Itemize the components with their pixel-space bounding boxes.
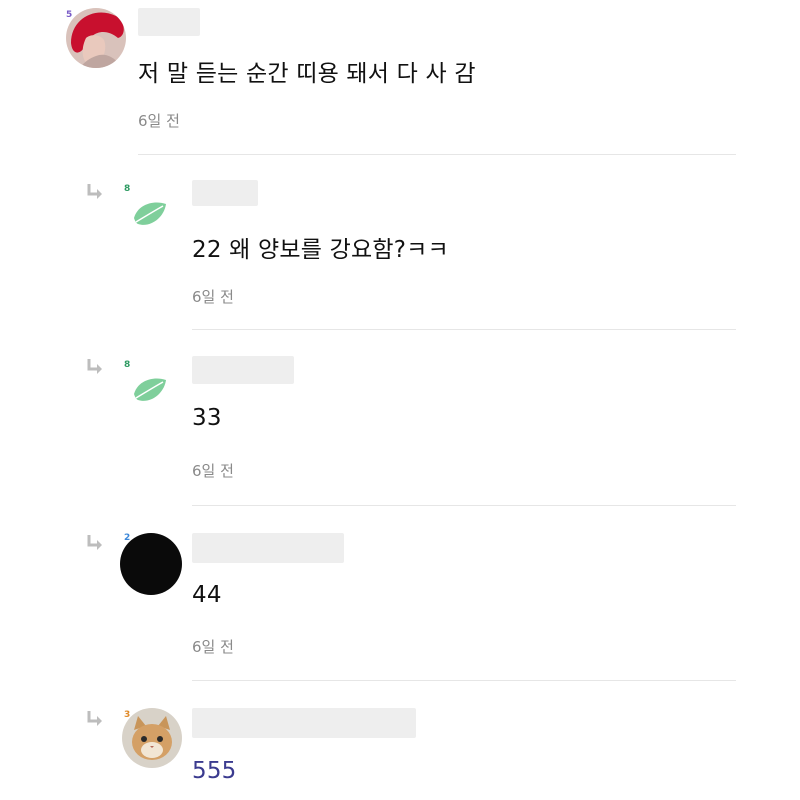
comment-timestamp: 6일 전 — [192, 462, 234, 480]
author-name-redacted[interactable] — [192, 708, 416, 738]
reply-arrow-icon — [87, 711, 102, 726]
divider — [192, 505, 736, 506]
comment-thread: { "comments": [ {"text": "저 말 듣는 순간 띠용 돼… — [0, 0, 800, 800]
level-badge-icon: 3 — [124, 710, 131, 720]
author-name-redacted[interactable] — [192, 180, 258, 206]
reply-arrow-icon — [87, 535, 102, 550]
author-name-redacted[interactable] — [192, 356, 294, 384]
cat-avatar-icon[interactable] — [122, 708, 182, 768]
author-name-redacted[interactable] — [138, 8, 200, 36]
comment-text: 저 말 듣는 순간 띠용 돼서 다 사 감 — [138, 61, 476, 87]
comment-text: 555 — [192, 758, 237, 784]
comment-timestamp: 6일 전 — [138, 112, 180, 130]
comment-timestamp: 6일 전 — [192, 638, 234, 656]
level-badge-icon: 8 — [124, 360, 131, 370]
comment-text: 33 — [192, 405, 222, 431]
divider — [138, 154, 736, 155]
comment-timestamp: 6일 전 — [192, 288, 234, 306]
comment-text: 22 왜 양보를 강요함?ㅋㅋ — [192, 237, 449, 263]
divider — [192, 680, 736, 681]
leaf-avatar-icon[interactable] — [132, 198, 168, 228]
reply-arrow-icon — [87, 184, 102, 199]
level-badge-icon: 5 — [66, 10, 73, 20]
comment-text: 44 — [192, 582, 222, 608]
author-name-redacted[interactable] — [192, 533, 344, 563]
leaf-avatar-icon[interactable] — [132, 374, 168, 404]
level-badge-icon: 8 — [124, 184, 131, 194]
reply-arrow-icon — [87, 359, 102, 374]
avatar[interactable] — [66, 8, 126, 68]
divider — [192, 329, 736, 330]
level-badge-icon: 2 — [124, 533, 131, 543]
